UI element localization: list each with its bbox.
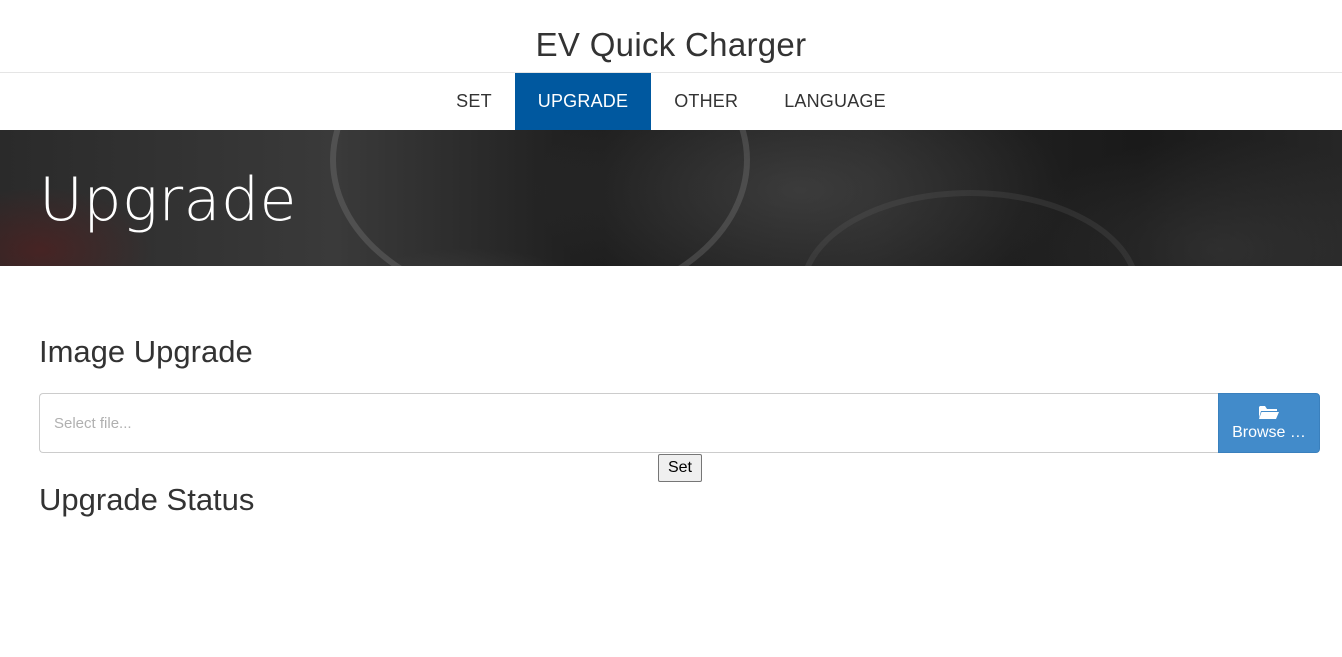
browse-button-label: Browse … xyxy=(1232,424,1306,441)
main-content: Image Upgrade Browse … Set Upgrade Statu… xyxy=(0,266,1342,657)
nav-item-set[interactable]: SET xyxy=(433,73,515,130)
folder-open-icon xyxy=(1259,406,1279,419)
nav-item-language[interactable]: LANGUAGE xyxy=(761,73,909,130)
upgrade-status-title: Upgrade Status xyxy=(39,482,255,517)
nav-list: SET UPGRADE OTHER LANGUAGE xyxy=(433,73,909,130)
site-header: EV Quick Charger xyxy=(0,0,1342,73)
main-nav: SET UPGRADE OTHER LANGUAGE xyxy=(0,73,1342,130)
hero-background-shape xyxy=(800,190,1140,266)
image-upgrade-title: Image Upgrade xyxy=(39,334,253,369)
hero-banner: Upgrade xyxy=(0,130,1342,266)
browse-button[interactable]: Browse … xyxy=(1218,393,1320,453)
site-title: EV Quick Charger xyxy=(535,26,807,63)
hero-title: Upgrade xyxy=(39,165,297,235)
file-picker: Browse … xyxy=(39,393,1320,453)
nav-item-other[interactable]: OTHER xyxy=(651,73,761,130)
set-button[interactable]: Set xyxy=(658,454,702,482)
nav-item-upgrade[interactable]: UPGRADE xyxy=(514,73,652,130)
hero-background-shape xyxy=(330,130,750,266)
file-path-input[interactable] xyxy=(39,393,1218,453)
